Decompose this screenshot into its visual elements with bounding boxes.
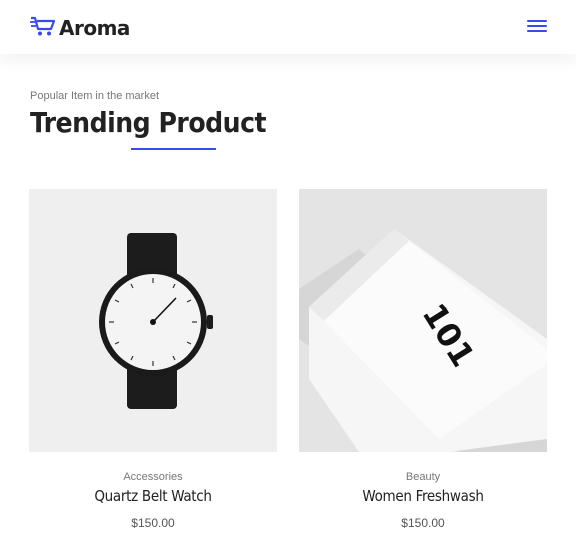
section-title: Trending Product — [30, 106, 267, 139]
product-image-watch[interactable] — [29, 189, 277, 452]
product-price: $150.00 — [401, 516, 445, 530]
product-category: Beauty — [405, 471, 441, 483]
product-name[interactable]: Quartz Belt Watch — [29, 487, 277, 505]
brand-logo[interactable]: Aroma — [30, 16, 130, 40]
hamburger-menu-icon[interactable] — [527, 20, 547, 35]
cart-icon — [30, 15, 56, 42]
top-navbar: Aroma — [0, 0, 576, 54]
product-image-tube[interactable]: 101 — [299, 189, 547, 452]
section-subtitle: Popular Item in the market — [30, 90, 160, 102]
title-underline — [131, 148, 216, 150]
product-name[interactable]: Women Freshwash — [299, 487, 547, 505]
product-category: Accessories — [123, 471, 183, 483]
product-price: $150.00 — [131, 516, 175, 530]
logo-text: Aroma — [59, 16, 130, 40]
product-card: 101 Beauty Women Freshwash $150.00 — [299, 189, 547, 530]
product-card: Accessories Quartz Belt Watch $150.00 — [29, 189, 277, 530]
